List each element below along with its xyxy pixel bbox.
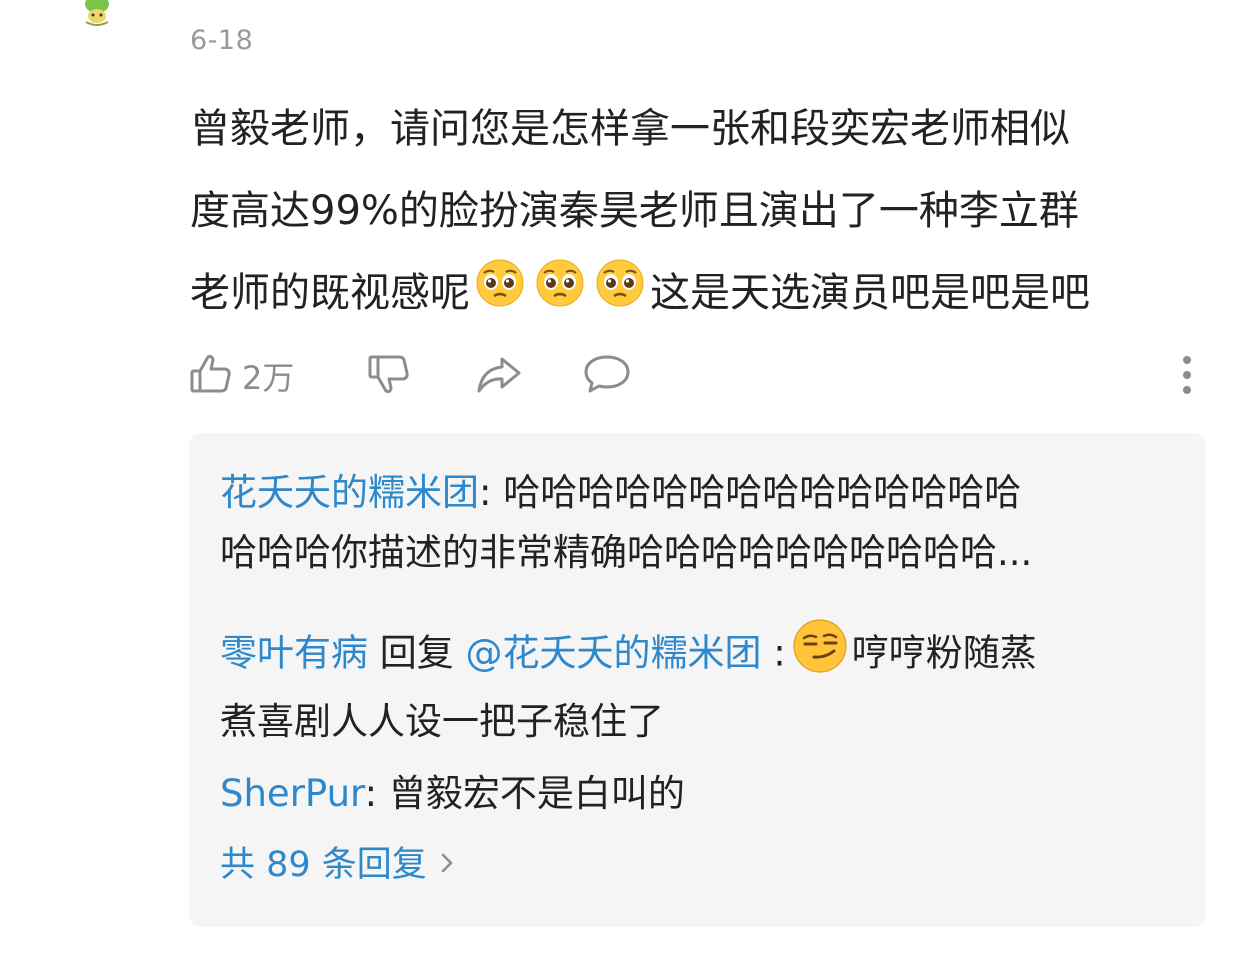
comment-body: 曾毅老师，请问您是怎样拿一张和段奕宏老师相似 度高达99%的脸扮演秦昊老师且演出… [190, 88, 1190, 334]
comment-action-bar: 2万 [0, 348, 1239, 404]
reply-username[interactable]: 花夭夭的糯米团 [220, 471, 479, 514]
reply-username[interactable]: 零叶有病 [220, 632, 368, 675]
reply-username[interactable]: SherPur [220, 772, 365, 815]
thumbs-down-icon [366, 351, 412, 401]
reply-line: 煮喜剧人人设一把子稳住了 [220, 700, 664, 743]
pleading-face-icon [595, 254, 645, 336]
reply-item[interactable]: 零叶有病 回复 @花夭夭的糯米团 : 哼哼粉随蒸 煮喜剧人人设一把子稳住了 [220, 618, 1180, 752]
all-replies-label: 共 89 条回复 [220, 845, 427, 885]
comment-button[interactable] [582, 348, 632, 404]
vertical-dots-icon [1174, 351, 1200, 401]
comment-line: 度高达99%的脸扮演秦昊老师且演出了一种李立群 [190, 188, 1079, 234]
reply-text: 哼哼粉随蒸 [851, 631, 1037, 675]
reply-word: 回复 [368, 631, 466, 675]
reply-item[interactable]: SherPur: 曾毅宏不是白叫的 [220, 764, 1180, 824]
share-arrow-icon [474, 351, 524, 401]
reply-line: 花夭夭的糯米团: 哈哈哈哈哈哈哈哈哈哈哈哈哈哈 [220, 463, 1180, 523]
reply-item[interactable]: 花夭夭的糯米团: 哈哈哈哈哈哈哈哈哈哈哈哈哈哈 哈哈哈你描述的非常精确哈哈哈哈哈… [220, 463, 1180, 583]
smirk-face-icon [792, 618, 848, 692]
like-button[interactable]: 2万 [188, 348, 294, 404]
reply-target-username[interactable]: @花夭夭的糯米团 [466, 632, 762, 675]
reply-line: 哈哈哈你描述的非常精确哈哈哈哈哈哈哈哈哈哈... [220, 531, 1033, 574]
speech-bubble-icon [582, 351, 632, 401]
like-count: 2万 [242, 359, 295, 397]
pleading-face-icon [475, 254, 525, 336]
replies-panel: 花夭夭的糯米团: 哈哈哈哈哈哈哈哈哈哈哈哈哈哈 哈哈哈你描述的非常精确哈哈哈哈哈… [189, 433, 1206, 927]
reply-line: SherPur: 曾毅宏不是白叫的 [220, 764, 1180, 824]
comment-text: 老师的既视感呢 [190, 270, 470, 316]
share-button[interactable] [474, 348, 524, 404]
avatar[interactable] [80, 0, 114, 26]
reply-text: 哈哈哈哈哈哈哈哈哈哈哈哈哈哈 [503, 471, 1022, 514]
reply-line: 零叶有病 回复 @花夭夭的糯米团 : 哼哼粉随蒸 [220, 618, 1180, 692]
comment-line: 曾毅老师，请问您是怎样拿一张和段奕宏老师相似 [190, 106, 1070, 152]
reply-text: 曾毅宏不是白叫的 [388, 772, 685, 815]
thumbs-up-icon [188, 351, 234, 401]
chevron-right-icon [439, 841, 455, 889]
pleading-face-icon [535, 254, 585, 336]
reply-separator: : [479, 471, 504, 514]
reply-separator: : [364, 772, 389, 815]
comment-text: 这是天选演员吧是吧是吧 [650, 270, 1090, 316]
reply-separator: : [761, 631, 786, 675]
dislike-button[interactable] [366, 348, 412, 404]
comment-date: 6-18 [190, 25, 254, 56]
more-options-button[interactable] [1174, 348, 1200, 404]
view-all-replies-link[interactable]: 共 89 条回复 [220, 841, 455, 889]
comment-line: 老师的既视感呢 这是天选演员吧是吧是吧 [190, 252, 1190, 334]
